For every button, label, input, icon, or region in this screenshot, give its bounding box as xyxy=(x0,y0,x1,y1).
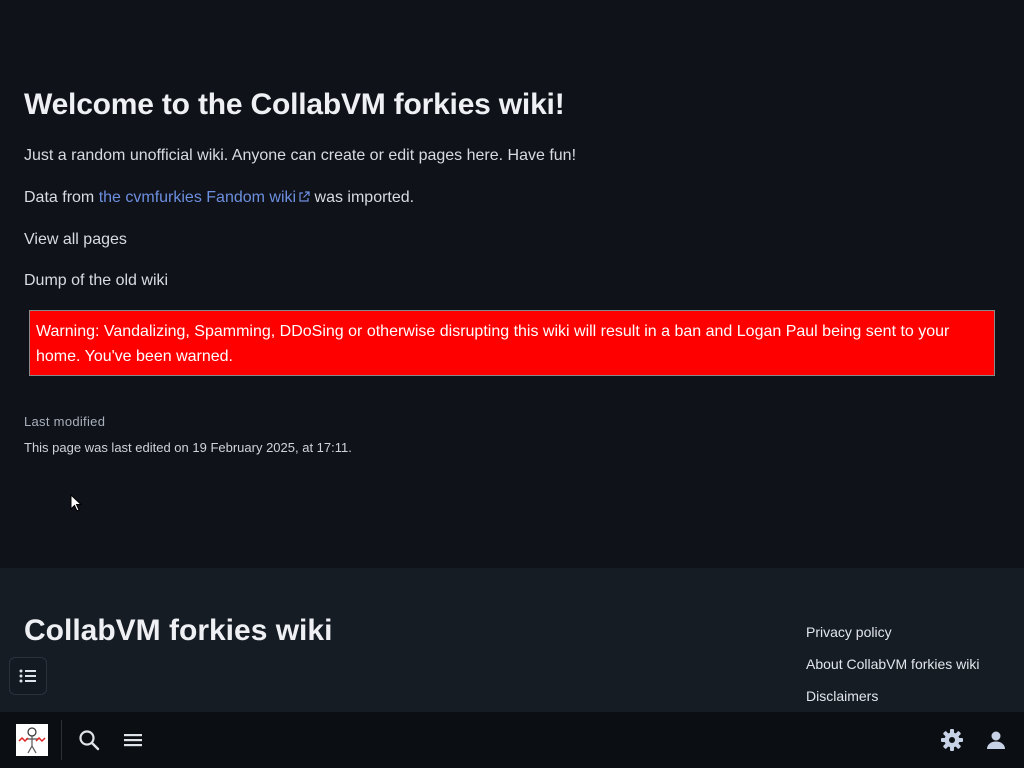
table-of-contents-button[interactable] xyxy=(9,657,47,695)
logo-icon xyxy=(16,724,48,756)
footer: CollabVM forkies wiki Privacy policy Abo… xyxy=(0,568,1024,712)
import-note-prefix: Data from xyxy=(24,189,99,206)
gear-icon[interactable] xyxy=(940,728,964,752)
view-all-pages-link[interactable]: View all pages xyxy=(24,231,127,249)
page-title: Welcome to the CollabVM forkies wiki! xyxy=(24,88,565,121)
warning-banner: Warning: Vandalizing, Spamming, DDoSing … xyxy=(29,310,995,376)
site-logo[interactable] xyxy=(16,724,48,756)
mouse-cursor-icon xyxy=(70,494,82,512)
bottom-toolbar xyxy=(0,712,1024,768)
last-modified-text: This page was last edited on 19 February… xyxy=(24,440,352,455)
toolbar-divider xyxy=(61,720,62,760)
fandom-wiki-link[interactable]: the cvmfurkies Fandom wiki xyxy=(99,189,310,206)
import-note: Data from the cvmfurkies Fandom wiki was… xyxy=(24,189,414,207)
hamburger-menu-icon[interactable] xyxy=(121,728,145,752)
intro-text: Just a random unofficial wiki. Anyone ca… xyxy=(24,147,577,164)
fandom-wiki-link-label: the cvmfurkies Fandom wiki xyxy=(98,189,297,206)
user-icon[interactable] xyxy=(984,728,1008,752)
import-note-suffix: was imported. xyxy=(310,189,415,206)
old-wiki-dump-link[interactable]: Dump of the old wiki xyxy=(24,272,168,290)
search-icon[interactable] xyxy=(77,728,101,752)
footer-site-title: CollabVM forkies wiki xyxy=(24,614,333,647)
privacy-policy-link[interactable]: Privacy policy xyxy=(806,623,980,655)
last-modified-label: Last modified xyxy=(24,414,106,429)
about-link[interactable]: About CollabVM forkies wiki xyxy=(806,655,980,687)
footer-links: Privacy policy About CollabVM forkies wi… xyxy=(806,623,980,719)
external-link-icon xyxy=(299,191,310,202)
list-icon xyxy=(19,669,36,683)
main-content: Welcome to the CollabVM forkies wiki! Ju… xyxy=(0,0,1024,568)
